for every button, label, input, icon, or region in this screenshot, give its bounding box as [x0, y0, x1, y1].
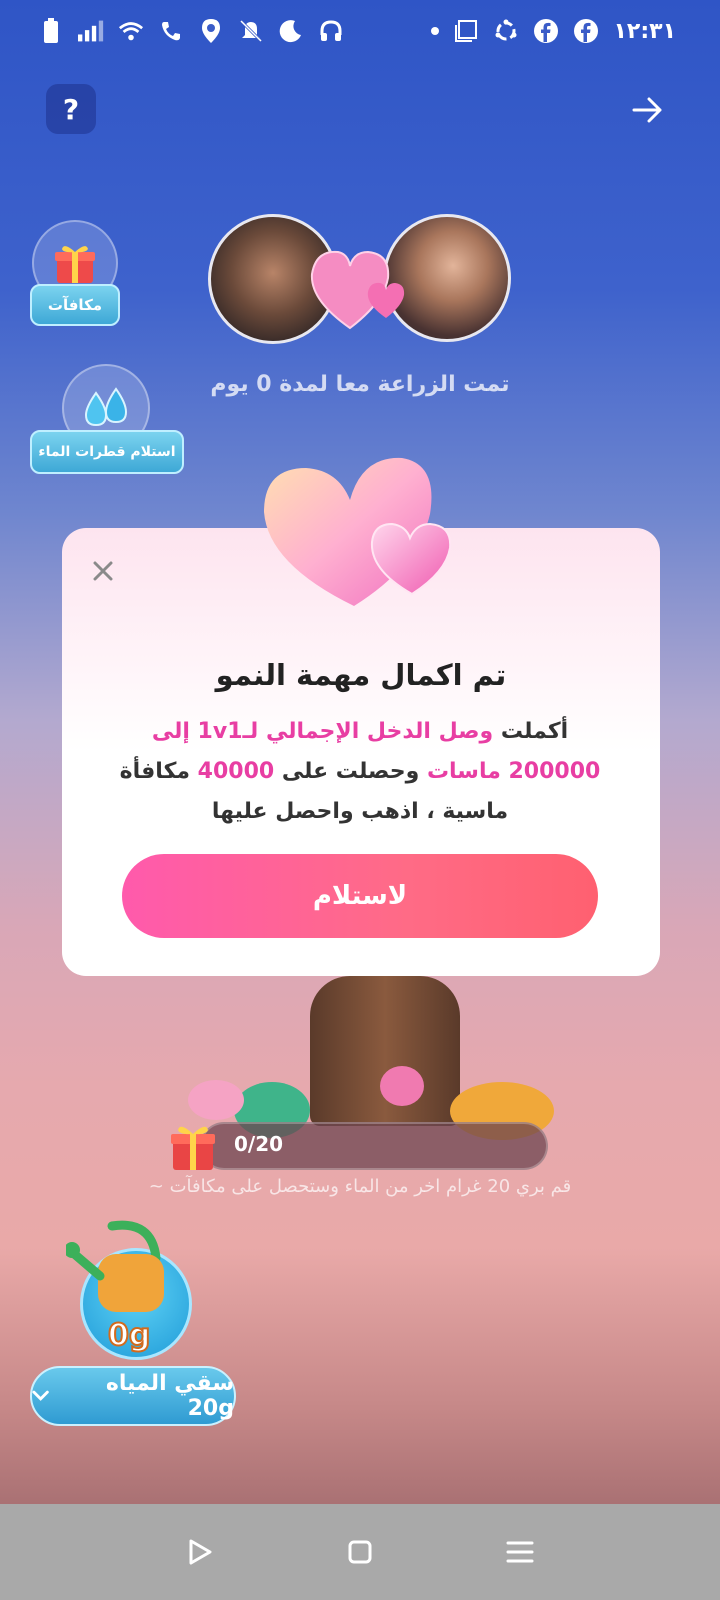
- headphones-icon: [318, 18, 344, 44]
- water-drops-button[interactable]: استلام قطرات الماء: [30, 430, 184, 474]
- forward-button[interactable]: [628, 90, 668, 130]
- progress-gift-icon[interactable]: [168, 1118, 218, 1174]
- dot-icon: [431, 27, 440, 35]
- signal-icon: [78, 18, 104, 44]
- body-text-2: وحصلت على: [274, 759, 427, 784]
- heart-icon: [308, 240, 418, 336]
- close-icon: [93, 561, 113, 581]
- arrow-right-icon: [632, 97, 662, 123]
- screen-icon: [453, 18, 479, 44]
- close-button[interactable]: [88, 556, 118, 586]
- sync-icon: [493, 18, 519, 44]
- back-button[interactable]: [180, 1532, 220, 1572]
- help-icon: ?: [62, 92, 80, 126]
- status-right-icons: ١٢:٣١: [431, 18, 676, 44]
- facebook-icon: [573, 18, 599, 44]
- gift-icon: [55, 246, 95, 283]
- navigation-bar: [0, 1504, 720, 1600]
- menu-icon: [506, 1541, 534, 1563]
- mute-icon: [238, 18, 264, 44]
- back-triangle-icon: [189, 1539, 212, 1565]
- watering-can-icon: [64, 1218, 176, 1328]
- tree-trunk: [310, 976, 460, 1126]
- rewards-button[interactable]: مكافآت: [30, 284, 120, 326]
- water-amount: 0g: [107, 1317, 151, 1354]
- claim-button[interactable]: لاستلام: [122, 854, 598, 938]
- home-square-icon: [348, 1540, 372, 1564]
- body-highlight-reward: 40000: [197, 759, 275, 784]
- progress-text: 0/20: [234, 1132, 284, 1156]
- modal-hearts-icon: [262, 454, 462, 614]
- help-button[interactable]: ?: [46, 84, 96, 134]
- pink-flowers: [188, 1080, 244, 1120]
- location-icon: [198, 18, 224, 44]
- facebook-icon: [533, 18, 559, 44]
- pink-flower: [380, 1066, 424, 1106]
- recents-button[interactable]: [500, 1532, 540, 1572]
- call-icon: [158, 18, 184, 44]
- moon-icon: [278, 18, 304, 44]
- body-text-1: أكملت: [493, 719, 569, 744]
- status-bar: ١٢:٣١: [0, 0, 720, 66]
- modal-title: تم اكمال مهمة النمو: [215, 658, 507, 692]
- watering-hint: قم بري 20 غرام اخر من الماء وستحصل على م…: [148, 1176, 572, 1197]
- status-left-icons: [38, 18, 344, 44]
- water-button[interactable]: سقي المياه 20g: [30, 1366, 236, 1426]
- water-button-label: سقي المياه 20g: [105, 1371, 234, 1421]
- status-time: ١٢:٣١: [613, 18, 676, 44]
- chevron-down-icon: [32, 1390, 49, 1401]
- wifi-icon: [118, 18, 144, 44]
- battery-icon: [38, 18, 64, 44]
- farming-days-text: تمت الزراعة معا لمدة 0 يوم: [210, 372, 510, 397]
- modal-body: أكملت وصل الدخل الإجمالي لـ1v1 إلى 20000…: [110, 712, 610, 832]
- home-button[interactable]: [340, 1532, 380, 1572]
